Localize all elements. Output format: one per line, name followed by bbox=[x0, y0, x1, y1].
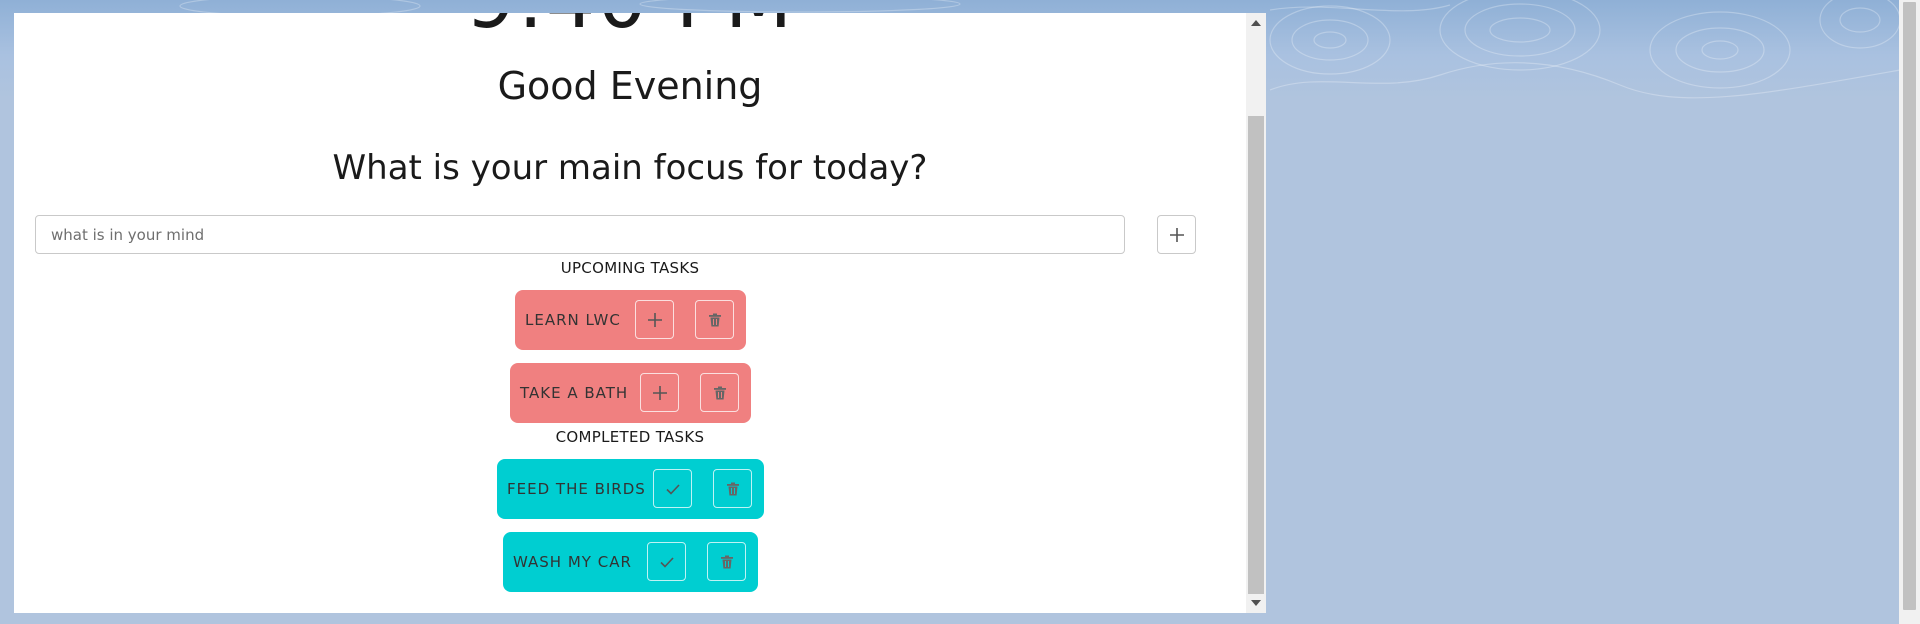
delete-task-button[interactable] bbox=[700, 373, 739, 412]
scroll-up-arrow-icon[interactable] bbox=[1251, 20, 1261, 26]
card-scrollbar[interactable] bbox=[1246, 13, 1266, 613]
check-icon bbox=[665, 483, 680, 495]
mark-done-button[interactable] bbox=[640, 373, 679, 412]
plus-icon bbox=[647, 312, 662, 327]
new-task-input[interactable] bbox=[35, 215, 1125, 254]
mark-undone-button[interactable] bbox=[653, 469, 692, 508]
page-scrollbar[interactable] bbox=[1899, 0, 1920, 624]
plus-icon bbox=[652, 385, 667, 400]
trash-icon bbox=[713, 386, 726, 399]
delete-task-button[interactable] bbox=[713, 469, 752, 508]
completed-tasks-heading: COMPLETED TASKS bbox=[555, 428, 705, 446]
task-item: TAKE A BATH bbox=[510, 363, 751, 423]
task-label: TAKE A BATH bbox=[520, 384, 629, 402]
mark-undone-button[interactable] bbox=[647, 542, 686, 581]
focus-question: What is your main focus for today? bbox=[332, 148, 928, 188]
greeting-text: Good Evening bbox=[497, 64, 763, 108]
trash-icon bbox=[726, 482, 739, 495]
task-label: WASH MY CAR bbox=[513, 553, 632, 571]
upcoming-tasks-heading: UPCOMING TASKS bbox=[560, 259, 700, 277]
scroll-down-arrow-icon[interactable] bbox=[1251, 600, 1261, 606]
delete-task-button[interactable] bbox=[707, 542, 746, 581]
card-scrollbar-thumb[interactable] bbox=[1248, 116, 1264, 594]
page-scrollbar-thumb[interactable] bbox=[1903, 2, 1916, 610]
task-label: LEARN LWC bbox=[525, 311, 621, 329]
main-card: 9:40 PM Good Evening What is your main f… bbox=[14, 13, 1266, 613]
task-item: LEARN LWC bbox=[515, 290, 746, 350]
trash-icon bbox=[720, 555, 733, 568]
trash-icon bbox=[708, 313, 721, 326]
check-icon bbox=[659, 556, 674, 568]
task-item: FEED THE BIRDS bbox=[497, 459, 764, 519]
task-item: WASH MY CAR bbox=[503, 532, 758, 592]
delete-task-button[interactable] bbox=[695, 300, 734, 339]
plus-icon bbox=[1169, 227, 1184, 242]
clock-time: 9:40 PM bbox=[14, 13, 1246, 41]
add-task-button[interactable] bbox=[1157, 215, 1196, 254]
task-label: FEED THE BIRDS bbox=[507, 480, 646, 498]
mark-done-button[interactable] bbox=[635, 300, 674, 339]
